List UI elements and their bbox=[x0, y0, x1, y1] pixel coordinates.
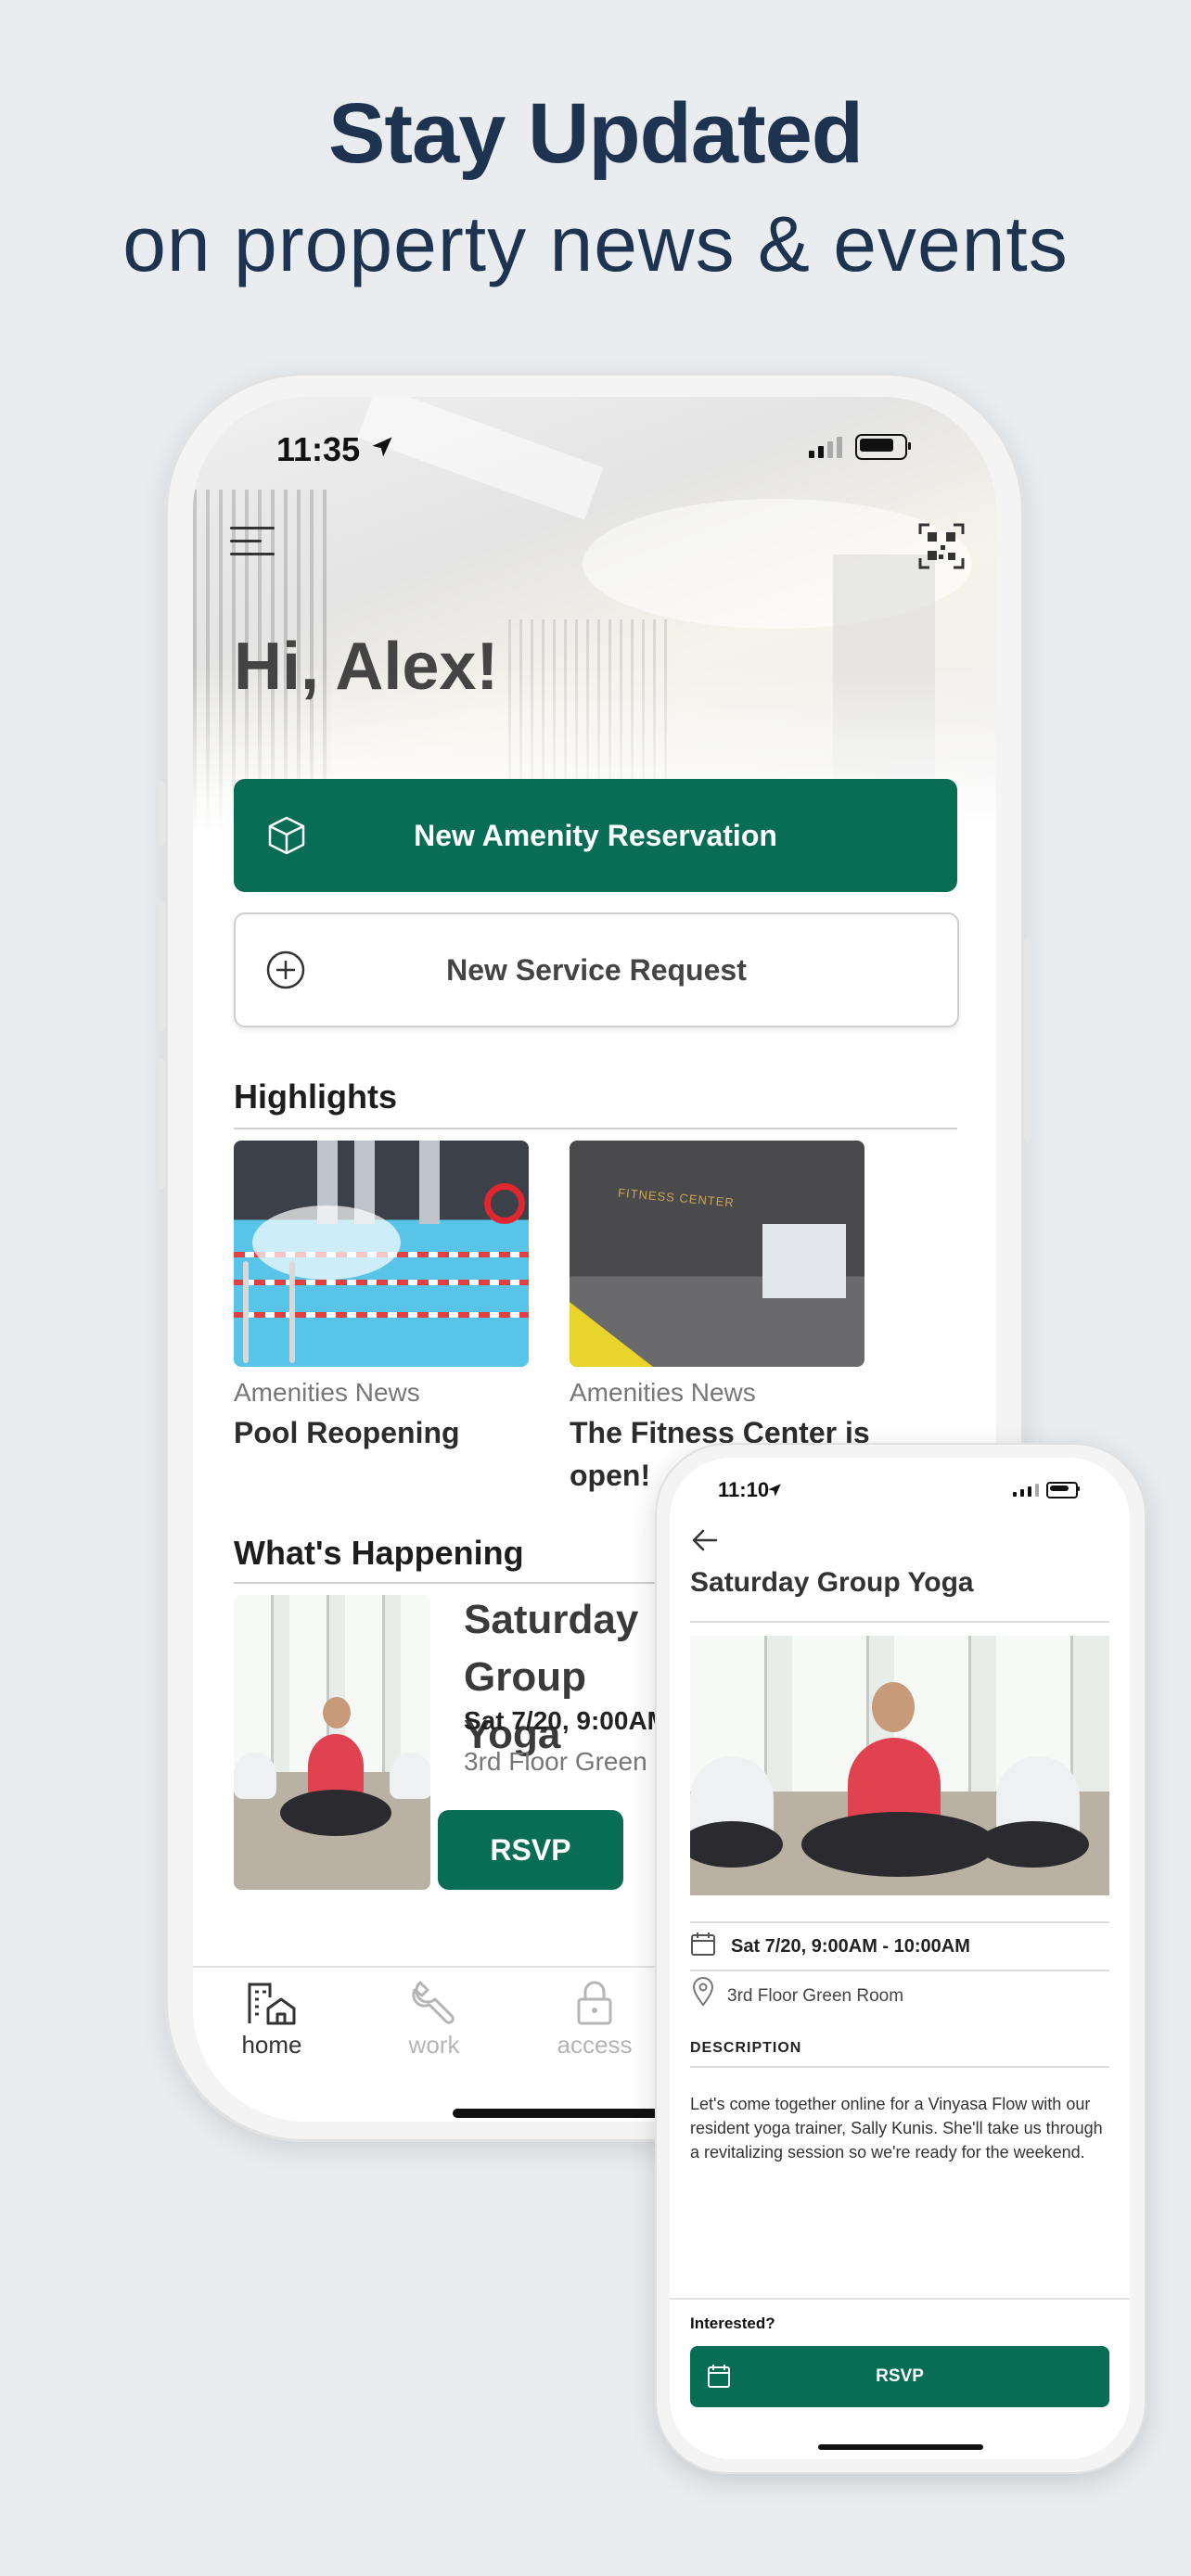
qr-code-icon[interactable] bbox=[918, 523, 965, 569]
home-indicator bbox=[818, 2444, 983, 2450]
status-indicators bbox=[809, 434, 911, 460]
headline-subtitle: on property news & events bbox=[122, 200, 1069, 287]
status-time: 11:35 bbox=[276, 430, 361, 468]
plus-circle-icon bbox=[266, 950, 305, 989]
tab-access-label: access bbox=[557, 2031, 633, 2059]
detail-divider bbox=[690, 2066, 1109, 2068]
highlight-category: Amenities News bbox=[234, 1378, 420, 1407]
battery-icon bbox=[1046, 1482, 1080, 1498]
calendar-icon bbox=[691, 1932, 715, 1956]
detail-phone-screen: 11:10 Saturday Group Yoga Sat 7/20, 9:00… bbox=[670, 1458, 1130, 2459]
yoga-event-image[interactable] bbox=[234, 1595, 430, 1890]
footer-divider bbox=[670, 2298, 1130, 2300]
new-amenity-reservation-button[interactable]: New Amenity Reservation bbox=[234, 779, 957, 892]
tab-work-label: work bbox=[408, 2031, 460, 2059]
new-amenity-reservation-label: New Amenity Reservation bbox=[414, 818, 777, 852]
detail-title: Saturday Group Yoga bbox=[690, 1567, 974, 1598]
event-title[interactable]: Saturday Group Yoga bbox=[464, 1591, 649, 1764]
detail-status-indicators bbox=[1013, 1482, 1080, 1498]
new-service-request-label: New Service Request bbox=[446, 952, 747, 987]
location-arrow-icon bbox=[372, 437, 392, 457]
pool-image[interactable] bbox=[234, 1141, 529, 1367]
lock-icon bbox=[577, 1981, 612, 2025]
signal-icon bbox=[1013, 1484, 1039, 1497]
tab-home[interactable]: home bbox=[216, 1979, 327, 2060]
detail-rsvp-button[interactable]: RSVP bbox=[690, 2346, 1109, 2407]
calendar-icon bbox=[708, 2365, 730, 2388]
tab-work[interactable]: work bbox=[378, 1979, 490, 2060]
detail-rsvp-label: RSVP bbox=[876, 2366, 924, 2386]
tab-home-label: home bbox=[241, 2031, 302, 2059]
location-arrow-icon bbox=[768, 1484, 781, 1497]
detail-location: 3rd Floor Green Room bbox=[727, 1986, 904, 2006]
whats-happening-title: What's Happening bbox=[234, 1534, 524, 1572]
location-pin-icon bbox=[692, 1977, 714, 2007]
highlight-category: Amenities News bbox=[570, 1378, 756, 1407]
tab-access[interactable]: access bbox=[539, 1979, 650, 2060]
signal-icon bbox=[809, 436, 842, 458]
cube-icon bbox=[268, 816, 305, 855]
greeting-title: Hi, Alex! bbox=[234, 630, 499, 704]
new-service-request-button[interactable]: New Service Request bbox=[234, 912, 959, 1027]
battery-icon bbox=[855, 434, 911, 460]
detail-date: Sat 7/20, 9:00AM - 10:00AM bbox=[731, 1936, 970, 1957]
wrench-icon bbox=[412, 1981, 455, 2024]
description-label: DESCRIPTION bbox=[690, 2040, 802, 2056]
highlights-divider bbox=[234, 1128, 957, 1129]
headline-title: Stay Updated bbox=[328, 86, 864, 181]
detail-divider bbox=[690, 1621, 1109, 1623]
detail-divider bbox=[690, 1970, 1109, 1971]
fitness-center-image[interactable]: FITNESS CENTER bbox=[570, 1141, 864, 1367]
description-text: Let's come together online for a Vinyasa… bbox=[690, 2095, 1103, 2162]
highlights-title: Highlights bbox=[234, 1078, 397, 1116]
rsvp-button[interactable]: RSVP bbox=[438, 1810, 623, 1890]
back-arrow-icon[interactable] bbox=[690, 1526, 718, 1554]
detail-divider bbox=[690, 1921, 1109, 1923]
highlight-title[interactable]: Pool Reopening bbox=[234, 1411, 531, 1454]
building-home-icon bbox=[248, 1983, 296, 2025]
menu-icon[interactable] bbox=[230, 527, 275, 566]
interested-label: Interested? bbox=[690, 2315, 775, 2332]
detail-status-time: 11:10 bbox=[718, 1478, 770, 1501]
detail-yoga-image bbox=[690, 1636, 1109, 1895]
